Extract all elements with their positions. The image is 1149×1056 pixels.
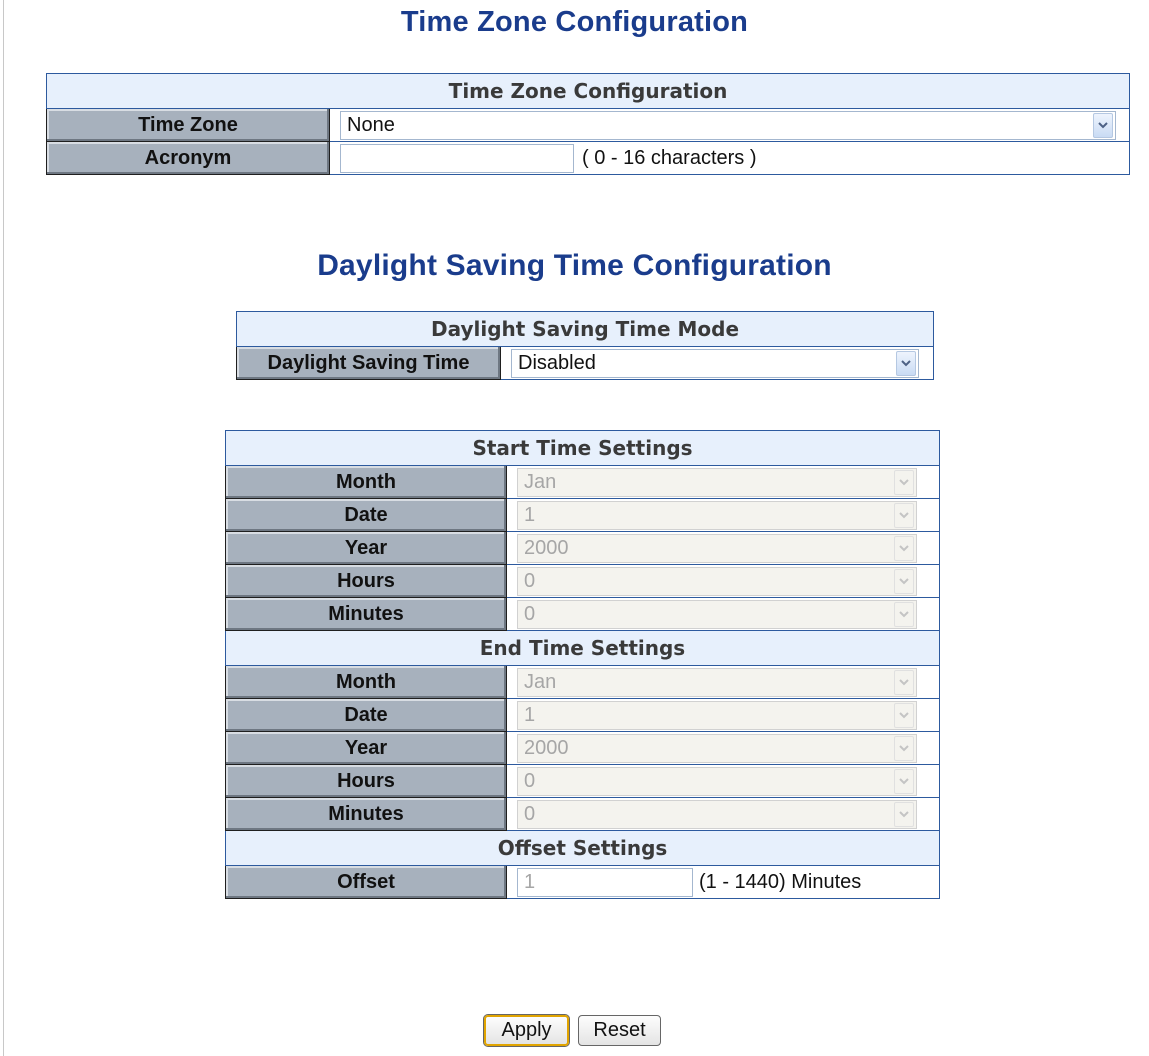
end-date-select[interactable]: 1: [517, 700, 917, 730]
chevron-down-icon[interactable]: [894, 502, 914, 528]
start-hours-value: 0: [524, 569, 536, 592]
end-time-header: End Time Settings: [225, 630, 940, 666]
start-date-label: Date: [225, 498, 507, 532]
start-hours-label: Hours: [225, 564, 507, 598]
end-minutes-select[interactable]: 0: [517, 799, 917, 829]
chevron-down-icon[interactable]: [894, 801, 914, 827]
start-date-select[interactable]: 1: [517, 500, 917, 530]
dst-mode-value: Disabled: [518, 351, 596, 374]
end-hours-select[interactable]: 0: [517, 766, 917, 796]
end-row: Minutes 0: [225, 797, 940, 831]
start-minutes-select[interactable]: 0: [517, 599, 917, 629]
acronym-input[interactable]: [340, 143, 574, 173]
time-zone-value: None: [347, 113, 395, 136]
end-date-label: Date: [225, 698, 507, 732]
chevron-down-icon[interactable]: [894, 702, 914, 728]
acronym-label: Acronym: [46, 141, 330, 175]
end-row: Date 1: [225, 698, 940, 732]
end-row: Month Jan: [225, 665, 940, 699]
end-month-value: Jan: [524, 670, 557, 693]
end-hours-label: Hours: [225, 764, 507, 798]
start-date-value: 1: [524, 503, 536, 526]
start-year-value: 2000: [524, 536, 569, 559]
start-month-label: Month: [225, 465, 507, 499]
chevron-down-icon[interactable]: [894, 601, 914, 627]
start-minutes-value: 0: [524, 602, 536, 625]
start-row: Hours 0: [225, 564, 940, 598]
dst-mode-label: Daylight Saving Time: [236, 346, 501, 380]
start-row: Date 1: [225, 498, 940, 532]
start-row: Year 2000: [225, 531, 940, 565]
end-year-value: 2000: [524, 736, 569, 759]
acronym-hint: ( 0 - 16 characters ): [582, 146, 757, 169]
end-year-select[interactable]: 2000: [517, 733, 917, 763]
start-month-select[interactable]: Jan: [517, 467, 917, 497]
chevron-down-icon[interactable]: [1093, 112, 1113, 138]
start-row: Minutes 0: [225, 597, 940, 631]
dst-mode-table: Daylight Saving Time Mode Daylight Savin…: [235, 311, 935, 380]
reset-button[interactable]: Reset: [578, 1015, 661, 1046]
time-zone-table: Time Zone Configuration Time Zone None A…: [45, 73, 1131, 175]
dst-mode-select[interactable]: Disabled: [511, 348, 919, 378]
end-minutes-value: 0: [524, 802, 536, 825]
end-row: Hours 0: [225, 764, 940, 798]
chevron-down-icon[interactable]: [894, 469, 914, 495]
end-row: Year 2000: [225, 731, 940, 765]
start-year-label: Year: [225, 531, 507, 565]
chevron-down-icon[interactable]: [896, 350, 916, 376]
start-row: Month Jan: [225, 465, 940, 499]
chevron-down-icon[interactable]: [894, 535, 914, 561]
chevron-down-icon[interactable]: [894, 669, 914, 695]
end-year-label: Year: [225, 731, 507, 765]
time-zone-label: Time Zone: [46, 108, 330, 142]
chevron-down-icon[interactable]: [894, 568, 914, 594]
time-zone-table-header: Time Zone Configuration: [45, 73, 1131, 109]
offset-label: Offset: [225, 865, 507, 899]
left-border: [3, 0, 4, 1056]
dst-settings-table: Start Time Settings Month Jan Date 1 Year 200…: [225, 430, 940, 899]
offset-input[interactable]: 1: [517, 867, 693, 897]
end-date-value: 1: [524, 703, 536, 726]
offset-hint: (1 - 1440) Minutes: [699, 870, 862, 893]
end-month-label: Month: [225, 665, 507, 699]
offset-header: Offset Settings: [225, 830, 940, 866]
end-month-select[interactable]: Jan: [517, 667, 917, 697]
dst-mode-header: Daylight Saving Time Mode: [235, 311, 935, 347]
end-minutes-label: Minutes: [225, 797, 507, 831]
chevron-down-icon[interactable]: [894, 735, 914, 761]
start-month-value: Jan: [524, 470, 557, 493]
start-minutes-label: Minutes: [225, 597, 507, 631]
apply-button[interactable]: Apply: [484, 1015, 569, 1046]
start-hours-select[interactable]: 0: [517, 566, 917, 596]
time-zone-select[interactable]: None: [340, 110, 1116, 140]
dst-title: Daylight Saving Time Configuration: [317, 249, 832, 282]
page-title: Time Zone Configuration: [400, 6, 749, 38]
chevron-down-icon[interactable]: [894, 768, 914, 794]
end-hours-value: 0: [524, 769, 536, 792]
start-time-header: Start Time Settings: [225, 430, 940, 466]
start-year-select[interactable]: 2000: [517, 533, 917, 563]
